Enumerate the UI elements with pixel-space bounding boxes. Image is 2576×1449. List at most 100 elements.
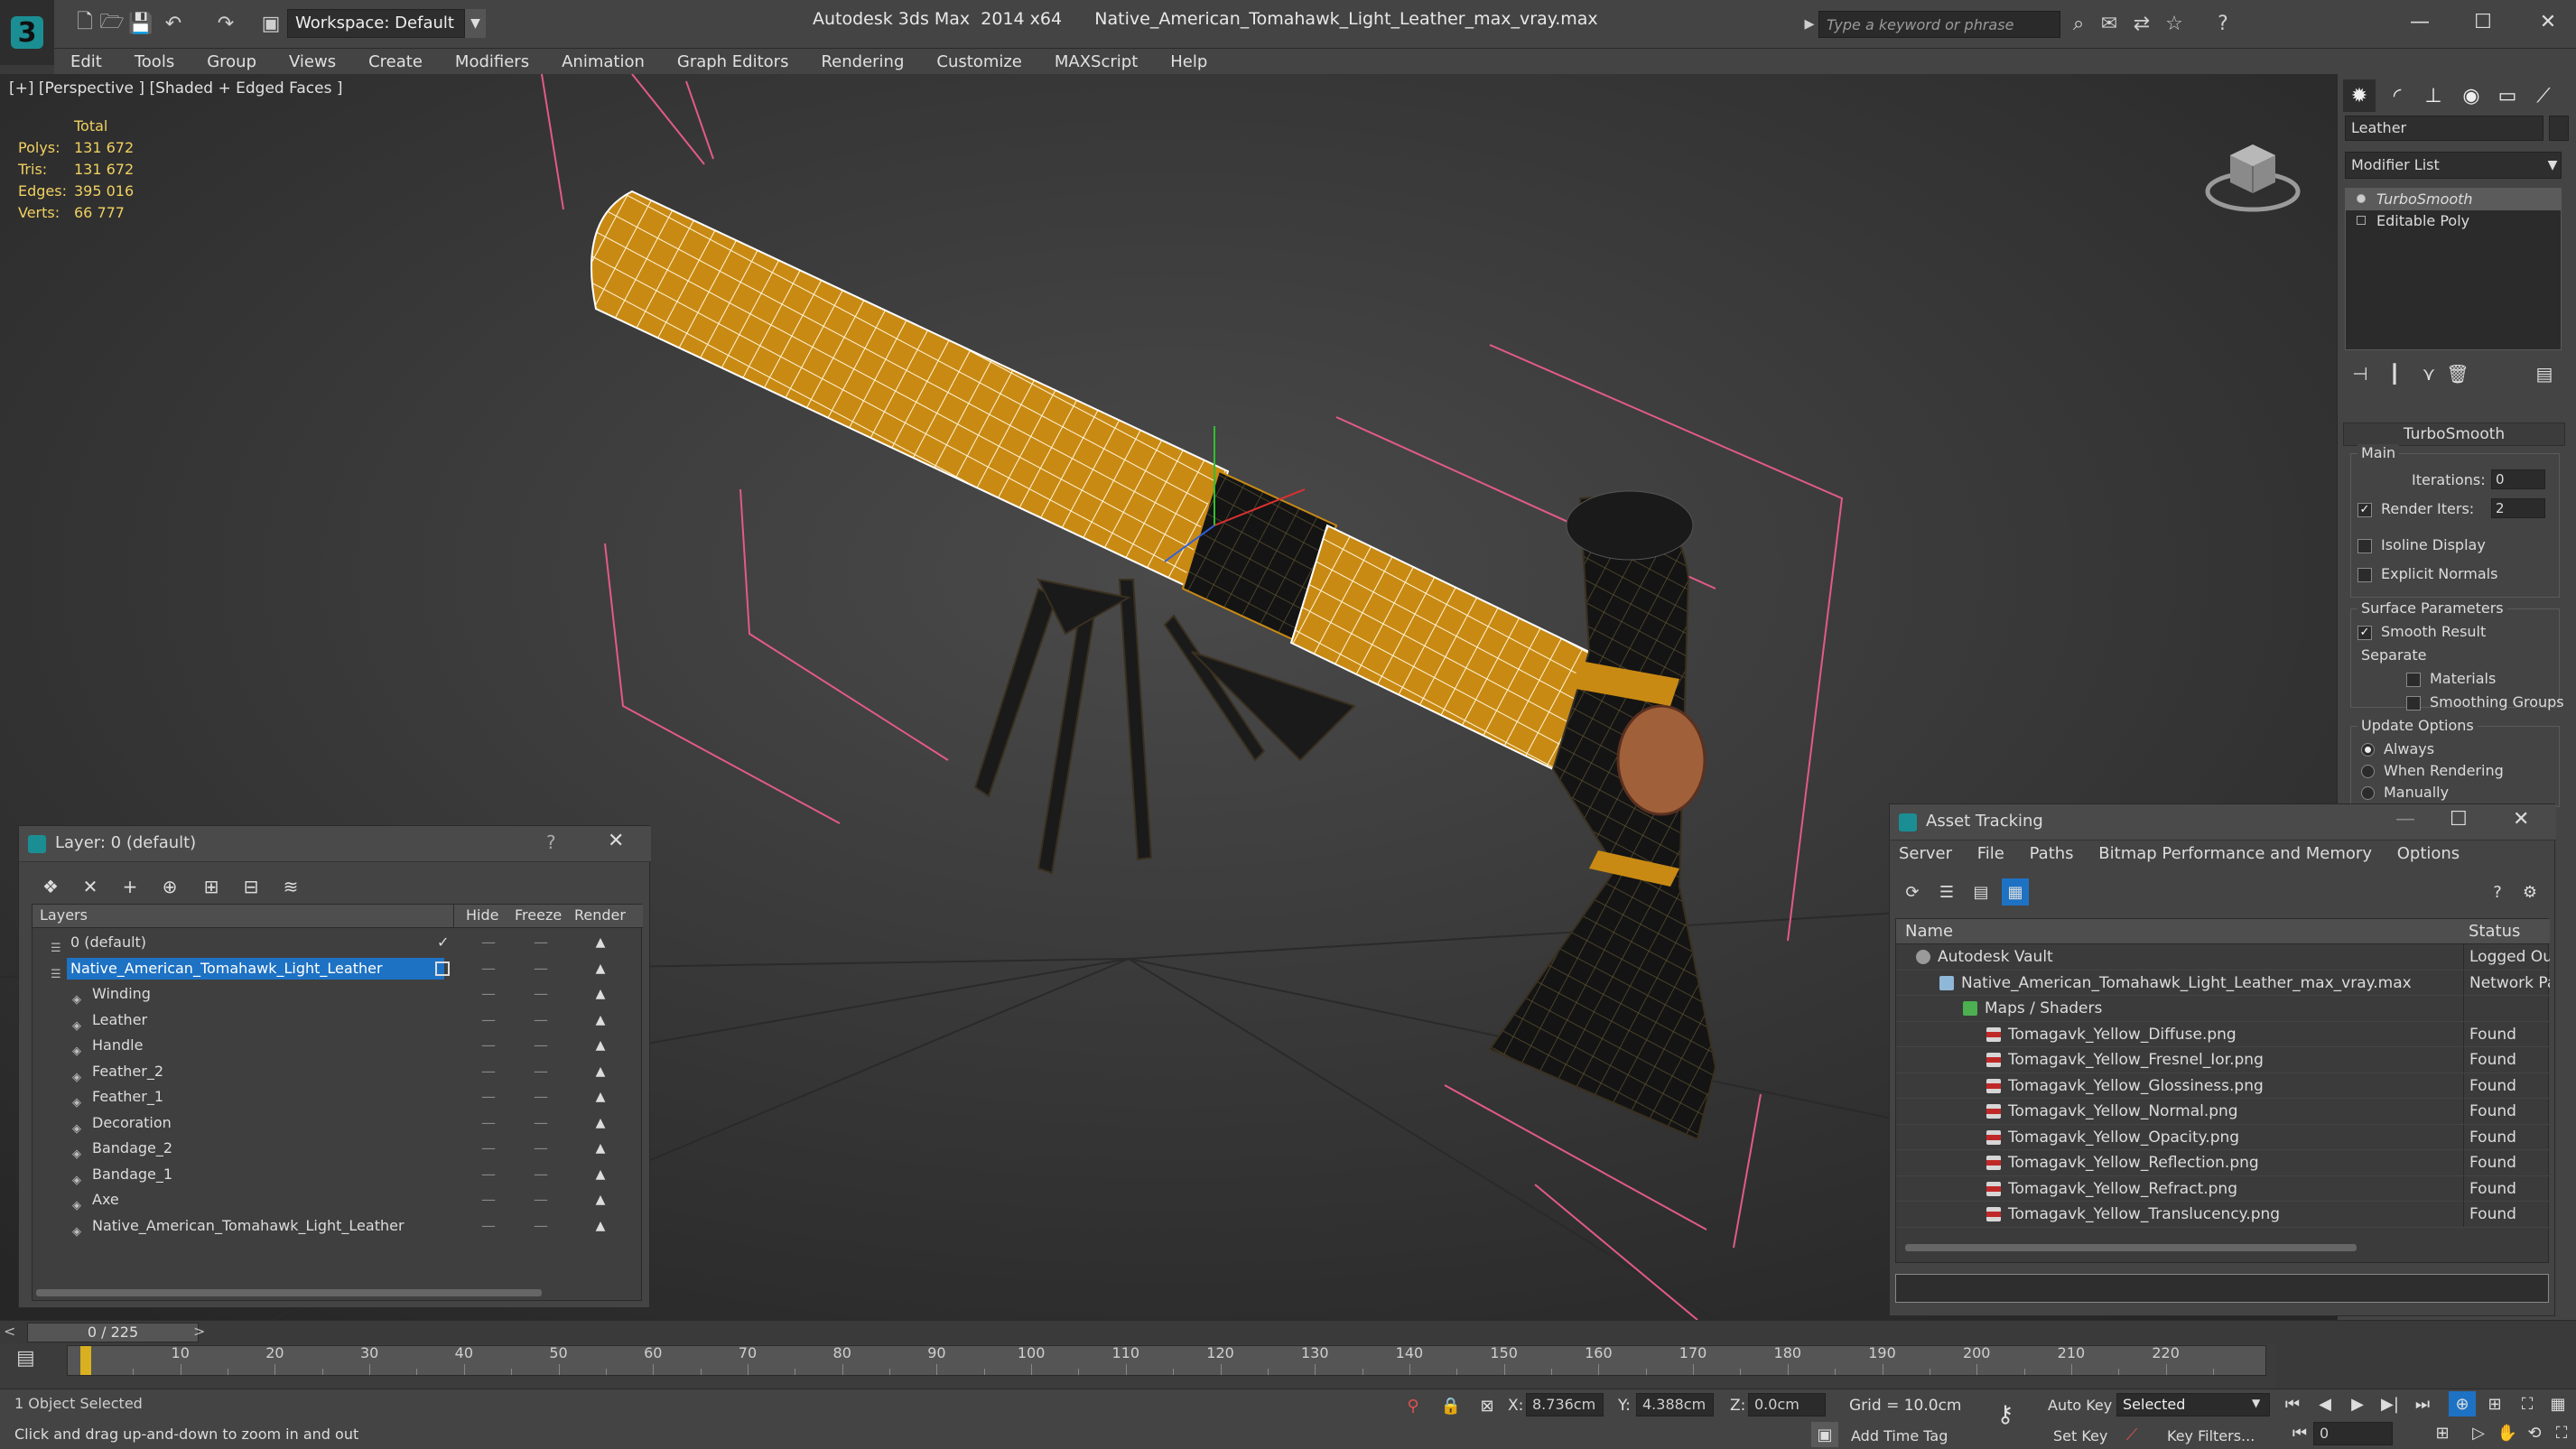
chevron-down-icon[interactable]: ▼ <box>2252 1397 2260 1409</box>
smooth-result-checkbox[interactable]: ✓ Smooth Result <box>2357 623 2486 640</box>
render-iters-spinner[interactable]: 2 <box>2491 498 2545 518</box>
menu-tools[interactable]: Tools <box>118 52 191 71</box>
column-freeze[interactable]: Freeze <box>515 906 562 924</box>
track-ruler[interactable]: 0102030405060708090100110120130140150160… <box>67 1344 2266 1376</box>
slider-right-icon[interactable]: > <box>193 1323 205 1340</box>
key-mode-dropdown[interactable]: Selected <box>2116 1393 2270 1416</box>
time-tag-icon[interactable]: ▣ <box>1811 1422 1838 1447</box>
layer-name[interactable]: Native_American_Tomahawk_Light_Leather <box>88 1215 408 1237</box>
render-teapot-icon[interactable]: ▲ <box>592 1110 609 1136</box>
layer-row[interactable]: ◈ Bandage_1— — ▲ <box>33 1162 643 1188</box>
zoom-extents-all-icon[interactable]: ▦ <box>2544 1391 2571 1416</box>
stack-item-turbosmooth[interactable]: TurboSmooth <box>2346 189 2561 210</box>
hide-toggle-icon[interactable]: — <box>480 1033 497 1058</box>
asset-menu-bitmap[interactable]: Bitmap Performance and Memory <box>2098 844 2372 863</box>
save-icon[interactable]: 💾 <box>128 11 153 36</box>
layer-row[interactable]: ◈ Decoration — — ▲ <box>33 1110 643 1137</box>
menu-customize[interactable]: Customize <box>920 52 1037 71</box>
pan-view-icon[interactable]: ✋ <box>2494 1420 2521 1445</box>
menu-views[interactable]: Views <box>273 52 352 71</box>
checkbox-checked-icon[interactable]: ✓ <box>2357 502 2372 517</box>
layer-row[interactable]: ◈ Leather — — ▲ <box>33 1008 643 1034</box>
asset-row[interactable]: Native_American_Tomahawk_Light_Leather_m… <box>1896 970 2550 996</box>
select-objects-icon[interactable]: ⊞ <box>196 871 227 902</box>
track-bar[interactable]: ▤ 01020304050607080901001101201301401501… <box>0 1343 2275 1394</box>
zoom-all-icon[interactable]: ⊞ <box>2481 1391 2508 1416</box>
stack-item-editable-poly[interactable]: Editable Poly <box>2346 210 2561 232</box>
asset-menu-options[interactable]: Options <box>2397 844 2460 863</box>
hide-toggle-icon[interactable]: — <box>480 1187 497 1212</box>
viewport-label[interactable]: [+] [Perspective ] [Shaded + Edged Faces… <box>9 79 342 98</box>
menu-modifiers[interactable]: Modifiers <box>439 52 545 71</box>
column-render[interactable]: Render <box>574 906 626 924</box>
column-layers[interactable]: Layers <box>40 906 88 924</box>
absolute-mode-icon[interactable]: ⊠ <box>1474 1393 1501 1418</box>
column-divider[interactable] <box>453 905 454 928</box>
new-file-icon[interactable]: 🗋 <box>72 11 98 36</box>
menu-maxscript[interactable]: MAXScript <box>1038 52 1154 71</box>
set-key-button[interactable]: Set Key <box>2053 1427 2107 1444</box>
asset-row[interactable]: Tomagavk_Yellow_Glossiness.png Found <box>1896 1073 2550 1099</box>
object-name-field[interactable]: Leather <box>2345 116 2543 141</box>
isolate-selection-icon[interactable]: ⚲ <box>1400 1393 1427 1418</box>
utilities-tab-icon[interactable]: ⟋ <box>2527 79 2560 112</box>
freeze-toggle-icon[interactable]: — <box>533 1008 549 1033</box>
hide-toggle-icon[interactable]: — <box>480 1110 497 1136</box>
freeze-toggle-icon[interactable]: — <box>533 981 549 1007</box>
asset-row[interactable]: Maps / Shaders <box>1896 996 2550 1022</box>
time-configuration-icon[interactable]: ⊞ <box>2429 1420 2456 1445</box>
auto-key-button[interactable]: Auto Key <box>2048 1397 2112 1414</box>
layer-name[interactable]: 0 (default) <box>67 932 150 953</box>
redo-icon[interactable]: ↷ <box>213 11 238 36</box>
maximize-icon[interactable]: ☐ <box>2463 5 2503 38</box>
communication-icon[interactable]: ✉ <box>2097 11 2122 36</box>
layer-name[interactable]: Axe <box>88 1189 123 1211</box>
layer-name[interactable]: Leather <box>88 1009 151 1031</box>
viewcube-icon[interactable] <box>2203 119 2302 218</box>
help-icon[interactable]: ? <box>546 831 556 853</box>
freeze-toggle-icon[interactable]: — <box>533 1213 549 1239</box>
hide-toggle-icon[interactable]: — <box>480 981 497 1007</box>
asset-row[interactable]: Tomagavk_Yellow_Reflection.png Found <box>1896 1150 2550 1176</box>
current-layer-check-icon[interactable]: ✓ <box>437 930 449 955</box>
hide-toggle-icon[interactable]: — <box>480 1136 497 1161</box>
list-view-icon[interactable]: ☰ <box>1933 878 1960 906</box>
menu-help[interactable]: Help <box>1154 52 1223 71</box>
horizontal-scrollbar[interactable] <box>1905 1244 2357 1251</box>
menu-rendering[interactable]: Rendering <box>804 52 920 71</box>
layer-window-title[interactable]: Layer: 0 (default) <box>19 826 651 862</box>
layer-row[interactable]: ◈ Bandage_2— — ▲ <box>33 1136 643 1162</box>
layer-name[interactable]: Winding <box>88 983 154 1005</box>
menu-create[interactable]: Create <box>352 52 439 71</box>
hide-toggle-icon[interactable]: — <box>480 1084 497 1110</box>
expand-icon[interactable] <box>2357 216 2366 225</box>
render-teapot-icon[interactable]: ▲ <box>592 1187 609 1212</box>
asset-row[interactable]: Tomagavk_Yellow_Fresnel_Ior.png Found <box>1896 1047 2550 1073</box>
chevron-down-icon[interactable]: ▼ <box>464 9 486 38</box>
display-tab-icon[interactable]: ▭ <box>2491 79 2524 112</box>
menu-group[interactable]: Group <box>191 52 273 71</box>
configure-sets-icon[interactable]: ▤ <box>2531 361 2558 386</box>
update-when-rendering-radio[interactable]: When Rendering <box>2361 762 2504 779</box>
project-icon[interactable]: ▣ <box>258 11 284 36</box>
freeze-toggle-icon[interactable]: — <box>533 1110 549 1136</box>
asset-menu-file[interactable]: File <box>1977 844 2004 863</box>
asset-row[interactable]: Tomagavk_Yellow_Translucency.png Found <box>1896 1202 2550 1228</box>
layer-row[interactable]: ◈ Axe — — ▲ <box>33 1187 643 1213</box>
hide-toggle-icon[interactable]: — <box>480 930 497 955</box>
hide-toggle-icon[interactable]: — <box>480 1059 497 1084</box>
close-icon[interactable]: ✕ <box>608 830 624 852</box>
binoculars-icon[interactable]: ⌕ <box>2066 11 2091 36</box>
layer-row[interactable]: ◈ Handle — — ▲ <box>33 1033 643 1059</box>
freeze-toggle-icon[interactable]: — <box>533 956 549 981</box>
asset-row[interactable]: Tomagavk_Yellow_Diffuse.png Found <box>1896 1021 2550 1047</box>
add-time-tag-button[interactable]: Add Time Tag <box>1851 1427 1948 1444</box>
render-teapot-icon[interactable]: ▲ <box>592 981 609 1007</box>
make-unique-icon[interactable]: ⋎ <box>2415 361 2442 386</box>
favorites-star-icon[interactable]: ☆ <box>2162 11 2187 36</box>
update-always-radio[interactable]: Always <box>2361 740 2434 757</box>
freeze-toggle-icon[interactable]: — <box>533 1187 549 1212</box>
asset-menu-server[interactable]: Server <box>1899 844 1952 863</box>
layer-row[interactable]: ◈ Winding — — ▲ <box>33 981 643 1008</box>
layer-name[interactable]: Feather_1 <box>88 1086 167 1108</box>
